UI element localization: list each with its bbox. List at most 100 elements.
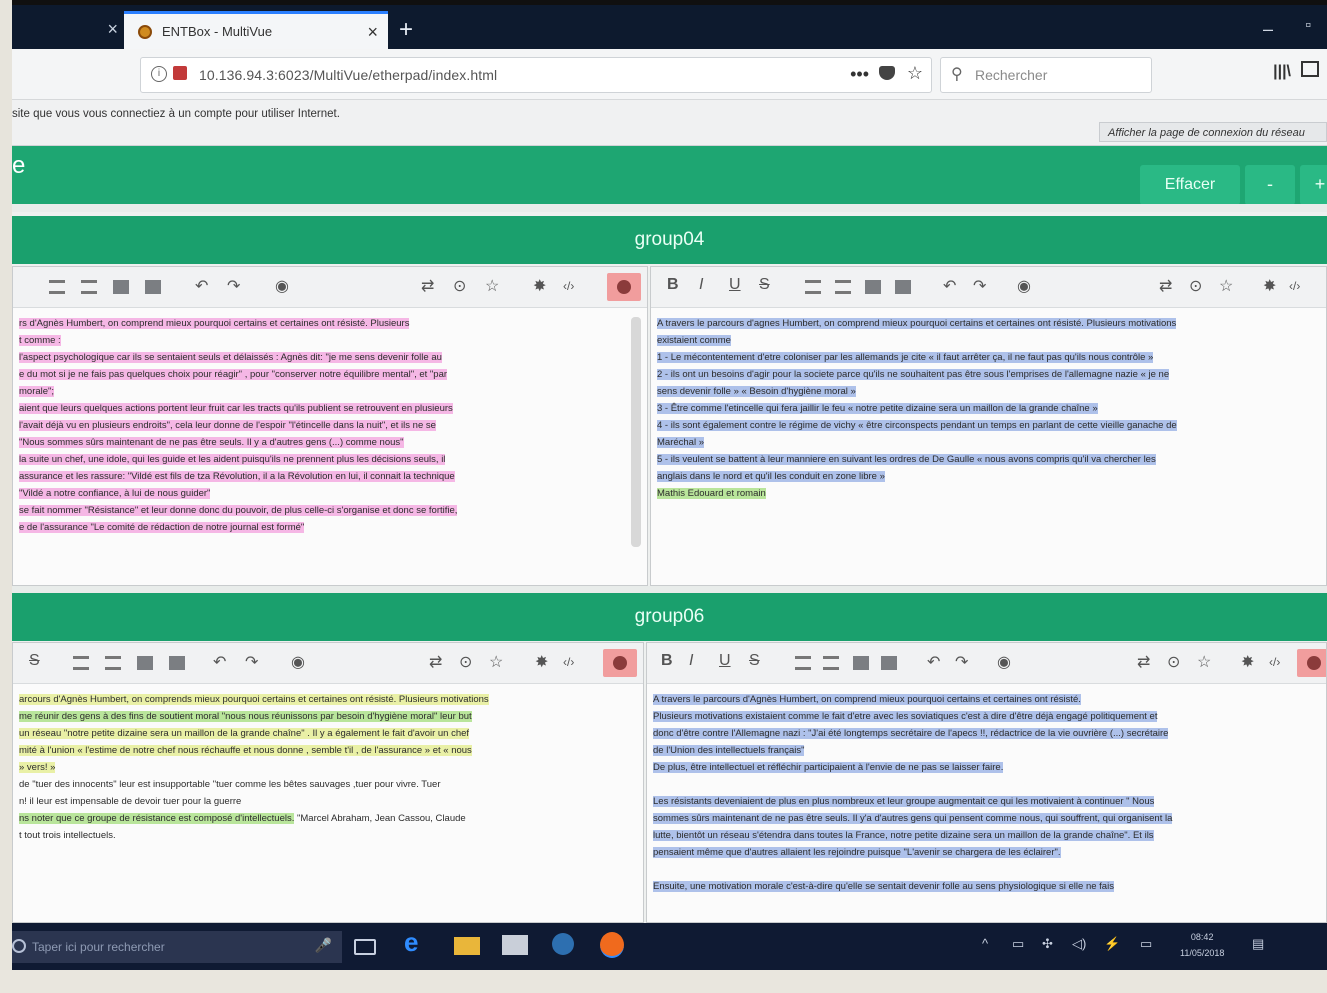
sidebar-icon[interactable] — [1301, 61, 1319, 77]
pad-line[interactable]: Maréchal » — [657, 434, 1320, 451]
pad-text-group06-left[interactable]: arcours d'Agnès Humbert, on comprends mi… — [13, 683, 643, 922]
users-icon[interactable] — [1297, 649, 1326, 677]
pad-line[interactable]: pensaient même que d'autres allaient les… — [653, 844, 1320, 861]
pad-line[interactable]: un réseau "notre petite dizaine sera un … — [19, 725, 637, 742]
pad-line[interactable] — [653, 776, 1320, 793]
bold-icon[interactable]: B — [661, 652, 673, 670]
unordered-list-icon[interactable] — [823, 656, 839, 670]
tab-entbox-multivue[interactable]: ENTBox - MultiVue × — [124, 11, 388, 52]
timeslider-icon[interactable]: ⊙ — [1167, 652, 1180, 672]
outdent-icon[interactable] — [895, 280, 911, 294]
pad-line[interactable]: Ensuite, une motivation morale c'est-à-d… — [653, 878, 1320, 895]
saved-revision-star-icon[interactable]: ☆ — [1197, 652, 1211, 672]
pad-line[interactable]: n! il leur est impensable de devoir tuer… — [19, 793, 637, 810]
pad-line[interactable]: l'aspect psychologique car ils se sentai… — [19, 349, 641, 366]
pad-line[interactable]: De plus, être intellectuel et réfléchir … — [653, 759, 1320, 776]
pad-line[interactable]: aient que leurs quelques actions portent… — [19, 400, 641, 417]
strikethrough-icon[interactable]: S — [29, 652, 40, 670]
pad-text-group06-right[interactable]: A travers le parcours d'Agnès Humbert, o… — [647, 683, 1326, 922]
underline-icon[interactable]: U — [729, 276, 741, 294]
app-icon[interactable] — [552, 933, 574, 955]
embed-icon[interactable]: ‹/› — [1289, 279, 1300, 293]
file-explorer-icon[interactable] — [454, 937, 480, 955]
pad-line[interactable]: assurance et les rassure: "Vildé est fil… — [19, 468, 641, 485]
pad-line[interactable]: de "tuer des innocents" leur est insuppo… — [19, 776, 637, 793]
redo-icon[interactable]: ↷ — [245, 652, 258, 672]
timeslider-icon[interactable]: ⊙ — [453, 276, 466, 296]
taskbar-search-input[interactable]: Taper ici pour rechercher 🎤 — [12, 931, 342, 963]
ordered-list-icon[interactable] — [805, 280, 821, 294]
unordered-list-icon[interactable] — [835, 280, 851, 294]
undo-icon[interactable]: ↶ — [195, 276, 208, 296]
url-text[interactable]: 10.136.94.3:6023/MultiVue/etherpad/index… — [199, 67, 497, 83]
settings-gear-icon[interactable]: ✸ — [1241, 652, 1254, 672]
clear-authorship-icon[interactable]: ◉ — [275, 276, 289, 296]
pad-group06-left[interactable]: S ↶ ↷ ◉ ⇄ ⊙ ☆ ✸ ‹/› arcours d'Agnès Humb… — [12, 642, 644, 923]
library-icon[interactable]: |||\ — [1273, 63, 1291, 81]
pad-line[interactable]: A travers le parcours d'agnes Humbert, o… — [657, 315, 1320, 332]
ordered-list-icon[interactable] — [49, 280, 65, 294]
minimize-icon[interactable]: – — [1263, 19, 1273, 40]
store-icon[interactable] — [502, 935, 528, 955]
search-input[interactable]: ⚲ Rechercher — [940, 57, 1152, 93]
pad-line[interactable]: de l'Union des intellectuels français" — [653, 742, 1320, 759]
pad-line[interactable]: 5 - ils veulent se battent à leur mannie… — [657, 451, 1320, 468]
embed-icon[interactable]: ‹/› — [563, 279, 574, 293]
pad-line[interactable]: t tout trois intellectuels. — [19, 827, 637, 844]
url-bar[interactable]: i 10.136.94.3:6023/MultiVue/etherpad/ind… — [140, 57, 932, 93]
pad-line[interactable]: e de l'assurance "Le comité de rédaction… — [19, 519, 641, 536]
pad-line[interactable]: ns noter que ce groupe de résistance est… — [19, 810, 637, 827]
clear-authorship-icon[interactable]: ◉ — [997, 652, 1011, 672]
close-icon[interactable]: × — [367, 22, 378, 43]
indent-icon[interactable] — [853, 656, 869, 670]
pad-line[interactable]: t comme : — [19, 332, 641, 349]
import-export-icon[interactable]: ⇄ — [429, 652, 442, 672]
tab-previous[interactable]: × — [12, 13, 124, 49]
maximize-icon[interactable]: ▫ — [1305, 17, 1311, 35]
redo-icon[interactable]: ↷ — [227, 276, 240, 296]
zoom-in-button[interactable]: + — [1300, 165, 1327, 205]
wifi-icon[interactable]: ⚡ — [1104, 936, 1120, 952]
outdent-icon[interactable] — [145, 280, 161, 294]
pad-line[interactable]: anglais dans le nord et qu'il les condui… — [657, 468, 1320, 485]
insecure-lock-icon[interactable] — [173, 66, 187, 80]
unordered-list-icon[interactable] — [81, 280, 97, 294]
embed-icon[interactable]: ‹/› — [1269, 655, 1280, 669]
indent-icon[interactable] — [865, 280, 881, 294]
outdent-icon[interactable] — [169, 656, 185, 670]
info-icon[interactable]: i — [151, 66, 167, 82]
pad-line[interactable]: sommes sûrs maintenant de ne pas être se… — [653, 810, 1320, 827]
pad-line[interactable]: e du mot si je ne fais pas quelques choi… — [19, 366, 641, 383]
pad-line[interactable]: 1 - Le mécontentement d'etre coloniser p… — [657, 349, 1320, 366]
edge-icon[interactable]: e — [404, 927, 430, 957]
pad-line[interactable]: "Vildé a notre confiance, à lui de nous … — [19, 485, 641, 502]
network-icon[interactable]: ▭ — [1012, 936, 1024, 952]
bookmark-star-icon[interactable]: ☆ — [907, 63, 923, 84]
page-actions-icon[interactable]: ••• — [850, 64, 869, 85]
settings-gear-icon[interactable]: ✸ — [1263, 276, 1276, 296]
embed-icon[interactable]: ‹/› — [563, 655, 574, 669]
pad-line[interactable]: se fait nommer "Résistance" et leur donn… — [19, 502, 641, 519]
settings-gear-icon[interactable]: ✸ — [533, 276, 546, 296]
indent-icon[interactable] — [137, 656, 153, 670]
clear-button[interactable]: Effacer — [1140, 165, 1240, 205]
pad-line[interactable]: la suite un chef, une idole, qui les gui… — [19, 451, 641, 468]
settings-icon[interactable]: ✣ — [1042, 936, 1053, 952]
pocket-icon[interactable] — [879, 66, 895, 80]
users-icon[interactable] — [603, 649, 637, 677]
pad-line[interactable]: morale"; — [19, 383, 641, 400]
import-export-icon[interactable]: ⇄ — [421, 276, 434, 296]
system-clock[interactable]: 08:42 11/05/2018 — [1180, 929, 1224, 961]
pad-line[interactable]: arcours d'Agnès Humbert, on comprends mi… — [19, 691, 637, 708]
pad-group04-right[interactable]: B I U S ↶ ↷ ◉ ⇄ ⊙ ☆ ✸ ‹/› A travers le p… — [650, 266, 1327, 586]
pad-line[interactable]: donc d'être contre l'Allemagne nazi : "J… — [653, 725, 1320, 742]
scrollbar[interactable] — [631, 317, 641, 547]
import-export-icon[interactable]: ⇄ — [1137, 652, 1150, 672]
pad-line[interactable]: "Nous sommes sûrs maintenant de ne pas ê… — [19, 434, 641, 451]
pad-line[interactable]: 3 - Être comme l'etincelle qui fera jail… — [657, 400, 1320, 417]
undo-icon[interactable]: ↶ — [927, 652, 940, 672]
chevron-up-icon[interactable]: ^ — [982, 936, 988, 951]
clear-authorship-icon[interactable]: ◉ — [291, 652, 305, 672]
clear-authorship-icon[interactable]: ◉ — [1017, 276, 1031, 296]
pad-line[interactable] — [653, 861, 1320, 878]
